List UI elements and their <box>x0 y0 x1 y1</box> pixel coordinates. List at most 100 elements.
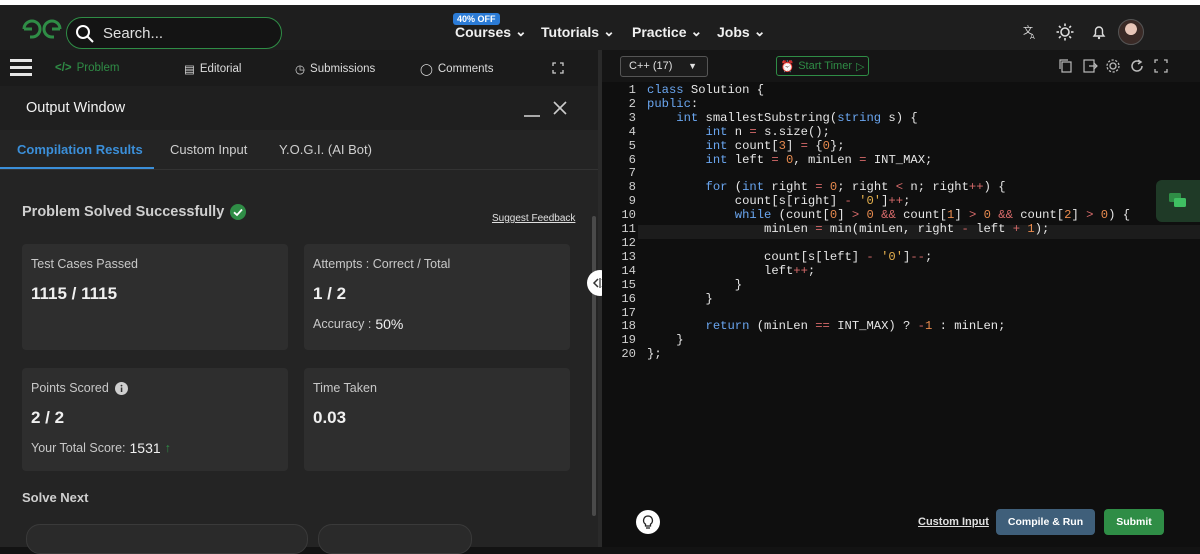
tab-compilation-results[interactable]: Compilation Results <box>17 142 143 157</box>
tab-yogi-ai-bot[interactable]: Y.O.G.I. (AI Bot) <box>279 142 372 157</box>
line-number: 10 <box>621 208 636 223</box>
avatar[interactable] <box>1118 19 1144 45</box>
compile-run-button[interactable]: Compile & Run <box>996 509 1095 535</box>
bell-icon[interactable] <box>1085 18 1113 46</box>
tab-submissions[interactable]: ◷ Submissions <box>295 62 375 76</box>
solve-next-heading: Solve Next <box>22 490 89 505</box>
language-select[interactable]: C++ (17) ▼ <box>620 56 708 77</box>
start-timer-button[interactable]: ⏰ Start Timer ▷ <box>776 56 869 76</box>
sun-icon[interactable] <box>1051 18 1079 46</box>
code-icon: </> <box>55 62 72 74</box>
card-value: 1 / 2 <box>313 284 347 303</box>
fullscreen-icon[interactable] <box>552 62 564 74</box>
line-number: 8 <box>628 180 636 195</box>
hamburger-menu-icon[interactable] <box>10 58 32 76</box>
gfg-logo[interactable] <box>20 15 64 43</box>
editor-actions: Custom Input Compile & Run Submit <box>602 502 1200 547</box>
minimize-icon[interactable] <box>523 100 541 118</box>
card-time-taken: Time Taken 0.03 <box>304 368 570 471</box>
next-problem-card[interactable] <box>26 524 308 554</box>
line-number: 17 <box>621 305 636 320</box>
chevron-down-icon: ⌄ <box>515 23 527 39</box>
line-number: 7 <box>628 166 636 181</box>
arrow-up-icon: ↑ <box>164 441 171 455</box>
line-number: 4 <box>628 124 636 139</box>
line-number: 1 <box>628 83 636 97</box>
result-status: Problem Solved Successfully <box>22 204 247 220</box>
card-label: Time Taken <box>313 381 377 395</box>
submit-button[interactable]: Submit <box>1104 509 1164 535</box>
nav-tutorials[interactable]: Tutorials ⌄ <box>541 23 615 40</box>
nav-practice[interactable]: Practice ⌄ <box>632 23 702 40</box>
lightbulb-icon[interactable] <box>636 510 660 534</box>
line-numbers: 1 2 3 4 5 6 7 8 9 10 11 12 13 14 15 16 17 18 19 20 <box>602 83 636 362</box>
scrollbar[interactable] <box>592 216 596 516</box>
output-window: Output Window Compilation Results Custom… <box>0 86 598 554</box>
tab-editorial[interactable]: ▤ Editorial <box>184 62 241 76</box>
custom-input-link[interactable]: Custom Input <box>918 516 989 528</box>
line-number: 5 <box>628 138 636 153</box>
code-editor[interactable]: 1 2 3 4 5 6 7 8 9 10 11 12 13 14 15 16 17 18 19 20 class So… <box>602 82 1200 502</box>
caret-down-icon: ▼ <box>688 61 697 71</box>
document-icon: ▤ <box>184 64 195 76</box>
nav-jobs[interactable]: Jobs ⌄ <box>717 23 765 40</box>
card-label: Attempts : Correct / Total <box>313 257 451 271</box>
left-panel: </> Problem ▤ Editorial ◷ Submissions ◯ Comm… <box>0 50 598 554</box>
tab-comments-label: Comments <box>437 63 494 75</box>
accuracy-label: Accuracy : <box>313 317 372 331</box>
next-problem-card[interactable] <box>318 524 472 554</box>
line-number: 14 <box>621 263 636 278</box>
close-icon[interactable] <box>552 100 568 116</box>
result-status-label: Problem Solved Successfully <box>22 204 225 220</box>
nav-practice-label: Practice <box>632 23 687 40</box>
line-number: 13 <box>621 249 636 264</box>
translate-icon[interactable]: 文A <box>1016 18 1044 46</box>
chat-icon[interactable] <box>1156 180 1200 222</box>
output-tabs: Compilation Results Custom Input Y.O.G.I… <box>0 130 598 170</box>
import-icon[interactable] <box>1082 58 1098 74</box>
tab-problem-label: Problem <box>76 62 120 74</box>
line-number: 3 <box>628 110 636 125</box>
nav-courses[interactable]: Courses ⌄ <box>455 23 527 40</box>
info-icon[interactable] <box>114 381 128 395</box>
problem-tabs: </> Problem ▤ Editorial ◷ Submissions ◯ Comm… <box>0 50 598 86</box>
line-number: 12 <box>621 235 636 250</box>
accuracy-row: Accuracy :50% <box>313 316 403 332</box>
svg-text:A: A <box>1030 33 1035 40</box>
tab-submissions-label: Submissions <box>310 63 376 75</box>
nav-tutorials-label: Tutorials <box>541 23 600 40</box>
search-bar[interactable]: Search... <box>66 17 282 49</box>
output-window-title: Output Window <box>26 100 126 116</box>
search-icon <box>76 25 94 43</box>
card-value: 0.03 <box>313 408 347 427</box>
refresh-icon[interactable] <box>1129 58 1145 74</box>
copy-icon[interactable] <box>1058 58 1074 74</box>
total-score-label: Your Total Score: <box>31 441 126 455</box>
language-value: C++ (17) <box>629 60 673 72</box>
editor-toolbar: C++ (17) ▼ ⏰ Start Timer ▷ <box>602 50 1200 82</box>
chevron-down-icon: ⌄ <box>690 23 703 39</box>
tab-problem[interactable]: </> Problem <box>55 62 119 74</box>
card-label: Test Cases Passed <box>31 257 138 271</box>
fullscreen-icon[interactable] <box>1153 58 1169 74</box>
line-number: 15 <box>621 277 636 292</box>
card-value: 2 / 2 <box>31 408 65 427</box>
play-circle-icon: ▷ <box>856 60 865 73</box>
total-score-value: 1531 <box>129 440 161 456</box>
line-number: 19 <box>621 333 636 348</box>
check-circle-icon <box>230 204 247 220</box>
line-number: 9 <box>628 194 636 209</box>
tab-comments[interactable]: ◯ Comments <box>420 62 493 76</box>
line-number: 18 <box>621 319 636 334</box>
active-tab-underline <box>0 167 154 169</box>
gear-icon[interactable] <box>1105 58 1121 74</box>
chevron-down-icon: ⌄ <box>603 23 615 39</box>
card-test-cases: Test Cases Passed 1115 / 1115 <box>22 244 288 350</box>
points-label: Points Scored <box>31 381 109 395</box>
card-attempts: Attempts : Correct / Total 1 / 2 Accurac… <box>304 244 570 350</box>
start-timer-label: Start Timer <box>798 60 853 72</box>
search-placeholder: Search... <box>103 25 164 42</box>
tab-custom-input[interactable]: Custom Input <box>170 142 247 157</box>
suggest-feedback-link[interactable]: Suggest Feedback <box>492 213 575 224</box>
total-score-row: Your Total Score: 1531 ↑ <box>31 440 171 456</box>
